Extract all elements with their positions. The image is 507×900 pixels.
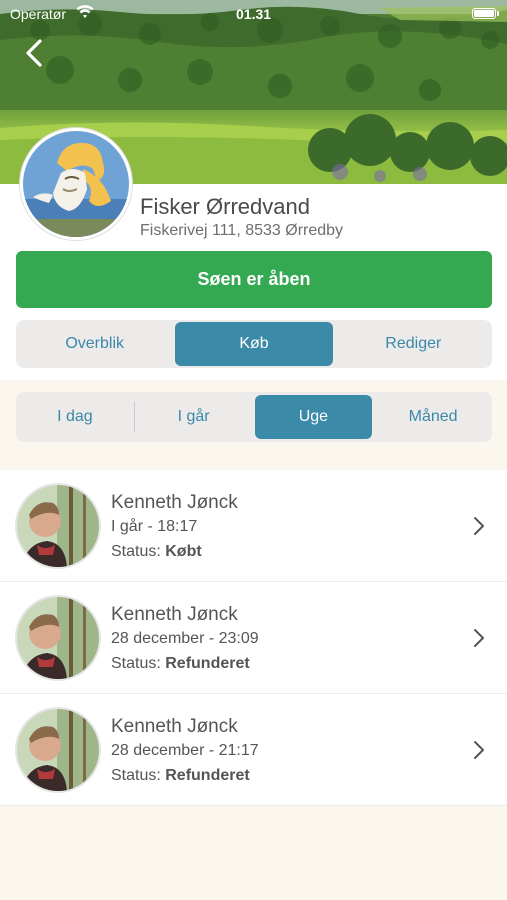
purchases-list: Kenneth Jønck I går - 18:17 Status: Købt… <box>0 470 507 806</box>
avatar <box>15 483 101 569</box>
buyer-name: Kenneth Jønck <box>111 492 238 513</box>
lake-logo-avatar <box>20 128 132 240</box>
purchase-status: Status: Refunderet <box>111 655 250 673</box>
list-item[interactable]: Kenneth Jønck I går - 18:17 Status: Købt <box>0 470 507 582</box>
purchase-date: I går - 18:17 <box>111 518 198 535</box>
battery-icon <box>472 8 496 19</box>
list-item[interactable]: Kenneth Jønck 28 december - 23:09 Status… <box>0 582 507 694</box>
status-value: Refunderet <box>165 767 250 784</box>
person-photo-icon <box>17 485 99 567</box>
status-value: Refunderet <box>165 655 250 672</box>
person-photo-icon <box>17 709 99 791</box>
list-item[interactable]: Kenneth Jønck 28 december - 21:17 Status… <box>0 694 507 806</box>
purchase-date: 28 december - 21:17 <box>111 742 259 759</box>
tab-i-gar[interactable]: I går <box>135 392 253 442</box>
tab-i-dag[interactable]: I dag <box>16 392 134 442</box>
avatar <box>15 595 101 681</box>
clock: 01.31 <box>236 6 272 22</box>
battery-tip <box>497 11 499 16</box>
main-tabs: Overblik Køb Rediger <box>16 320 492 368</box>
lake-open-status-button[interactable]: Søen er åben <box>16 251 492 308</box>
avatar <box>15 707 101 793</box>
purchase-status: Status: Refunderet <box>111 767 250 785</box>
purchase-status: Status: Købt <box>111 543 202 561</box>
lake-name: Fisker Ørredvand <box>140 194 310 219</box>
chevron-right-icon <box>474 629 484 647</box>
purchase-date: 28 december - 23:09 <box>111 630 259 647</box>
wifi-icon <box>76 5 94 18</box>
tab-maned[interactable]: Måned <box>374 392 492 442</box>
tab-kob[interactable]: Køb <box>175 322 333 366</box>
chevron-right-icon <box>474 517 484 535</box>
status-label: Status: <box>111 543 166 560</box>
lake-address: Fiskerivej 111, 8533 Ørredby <box>140 222 344 239</box>
chevron-left-icon <box>26 39 42 67</box>
buyer-name: Kenneth Jønck <box>111 604 238 625</box>
tab-rediger[interactable]: Rediger <box>335 320 492 368</box>
status-value: Købt <box>165 543 202 560</box>
carrier-label: Operatør <box>10 6 67 22</box>
status-label: Status: <box>111 655 166 672</box>
status-label: Status: <box>111 767 166 784</box>
tab-uge[interactable]: Uge <box>254 395 373 439</box>
chevron-right-icon <box>474 741 484 759</box>
back-button[interactable] <box>22 38 50 68</box>
period-tabs: I dag I går Uge Måned <box>16 392 492 442</box>
status-bar: Operatør 01.31 <box>0 0 507 28</box>
fisherman-logo-icon <box>23 131 129 237</box>
person-photo-icon <box>17 597 99 679</box>
tab-overblik[interactable]: Overblik <box>16 320 173 368</box>
buyer-name: Kenneth Jønck <box>111 716 238 737</box>
